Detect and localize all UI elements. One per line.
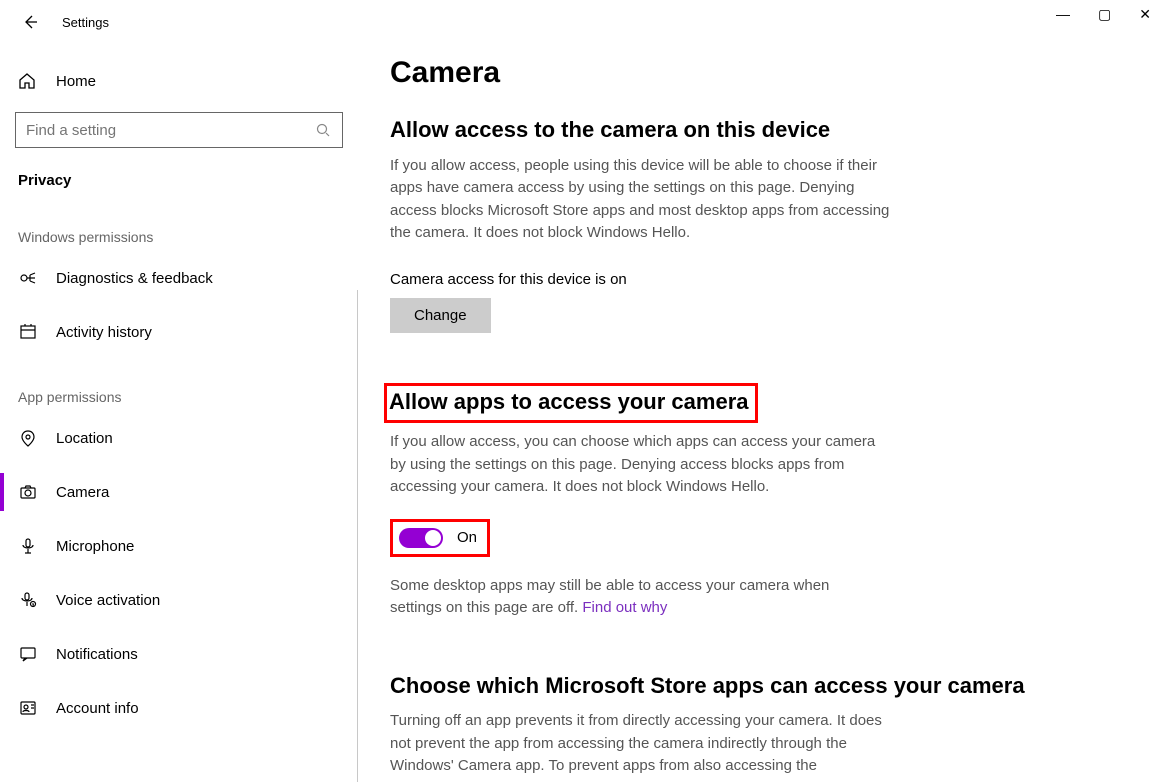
nav-home-label: Home xyxy=(56,73,96,90)
highlight-box-toggle: On xyxy=(390,519,490,557)
change-button[interactable]: Change xyxy=(390,298,491,333)
back-button[interactable] xyxy=(18,10,42,34)
window-controls: — ▢ ✕ xyxy=(1056,6,1151,23)
nav-label: Camera xyxy=(56,484,109,501)
account-icon xyxy=(18,699,38,717)
nav-microphone[interactable]: Microphone xyxy=(0,519,358,573)
allow-apps-toggle[interactable] xyxy=(399,528,443,548)
page-title: Camera xyxy=(390,56,1129,90)
section3-title: Choose which Microsoft Store apps can ac… xyxy=(390,672,1129,701)
nav-home[interactable]: Home xyxy=(0,58,358,104)
desktop-note: Some desktop apps may still be able to a… xyxy=(390,575,860,620)
sidebar: Settings Home Privacy Windows permission… xyxy=(0,0,358,782)
location-icon xyxy=(18,429,38,447)
group-app-permissions: App permissions xyxy=(0,359,358,411)
search-icon xyxy=(316,123,332,137)
close-button[interactable]: ✕ xyxy=(1139,6,1151,23)
camera-icon xyxy=(18,483,38,501)
highlight-box-title: Allow apps to access your camera xyxy=(384,383,758,424)
nav-voice[interactable]: Voice activation xyxy=(0,573,358,627)
arrow-left-icon xyxy=(22,14,38,30)
nav-label: Voice activation xyxy=(56,592,160,609)
titlebar: Settings xyxy=(0,0,358,44)
app-title: Settings xyxy=(62,15,109,30)
category-label: Privacy xyxy=(0,148,358,199)
nav-label: Location xyxy=(56,430,113,447)
section2-desc: If you allow access, you can choose whic… xyxy=(390,431,890,499)
home-icon xyxy=(18,72,38,90)
toggle-label: On xyxy=(457,529,477,546)
voice-icon xyxy=(18,591,38,609)
nav-location[interactable]: Location xyxy=(0,411,358,465)
minimize-button[interactable]: — xyxy=(1056,6,1070,23)
find-out-why-link[interactable]: Find out why xyxy=(582,599,667,616)
section2-title: Allow apps to access your camera xyxy=(389,388,749,417)
section1-desc: If you allow access, people using this d… xyxy=(390,155,890,245)
nav-account[interactable]: Account info xyxy=(0,681,358,735)
section1-title: Allow access to the camera on this devic… xyxy=(390,116,1129,145)
microphone-icon xyxy=(18,537,38,555)
nav-label: Diagnostics & feedback xyxy=(56,270,213,287)
group-windows-permissions: Windows permissions xyxy=(0,199,358,251)
search-box[interactable] xyxy=(15,112,343,148)
notifications-icon xyxy=(18,645,38,663)
nav-notifications[interactable]: Notifications xyxy=(0,627,358,681)
nav-label: Notifications xyxy=(56,646,138,663)
toggle-row: On xyxy=(390,519,1129,557)
main-content: — ▢ ✕ Camera Allow access to the camera … xyxy=(358,0,1161,782)
nav-camera[interactable]: Camera xyxy=(0,465,358,519)
toggle-knob xyxy=(425,530,441,546)
camera-access-status: Camera access for this device is on xyxy=(390,271,1129,288)
nav-label: Activity history xyxy=(56,324,152,341)
nav-label: Microphone xyxy=(56,538,134,555)
maximize-button[interactable]: ▢ xyxy=(1098,6,1111,23)
nav-diagnostics[interactable]: Diagnostics & feedback xyxy=(0,251,358,305)
section3-desc: Turning off an app prevents it from dire… xyxy=(390,710,890,778)
feedback-icon xyxy=(18,269,38,287)
nav-activity[interactable]: Activity history xyxy=(0,305,358,359)
section3: Choose which Microsoft Store apps can ac… xyxy=(390,672,1129,778)
section2: Allow apps to access your camera If you … xyxy=(390,383,1129,620)
search-input[interactable] xyxy=(26,122,316,139)
history-icon xyxy=(18,323,38,341)
nav-label: Account info xyxy=(56,700,139,717)
